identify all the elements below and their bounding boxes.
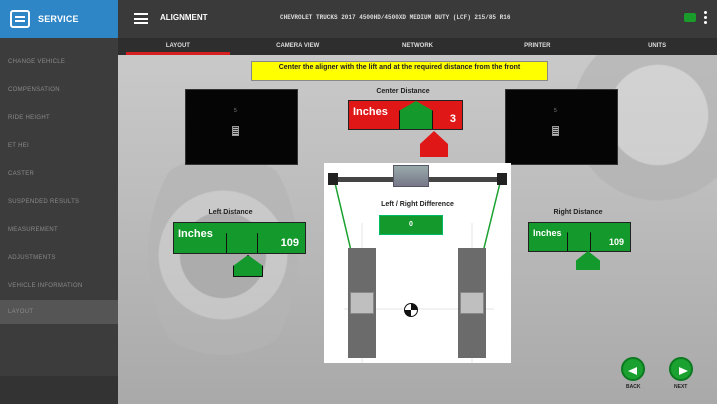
left-distance-target-zone: [226, 223, 258, 253]
left-distance-title: Left Distance: [208, 209, 253, 216]
sidebar-item-measurement[interactable]: MEASUREMENT: [0, 218, 118, 242]
center-distance-target-zone: [399, 101, 433, 129]
left-camera-view: 5: [185, 89, 298, 165]
right-distance-value: 109: [608, 237, 624, 247]
left-lift-runway: [348, 248, 376, 358]
left-camera-target-id: 5: [234, 108, 237, 114]
sidebar-item-ride-height[interactable]: RIDE HEIGHT: [0, 106, 118, 130]
lift-alignment-diagram: Left / Right Difference 0: [324, 163, 511, 363]
service-button[interactable]: SERVICE: [0, 0, 118, 38]
next-label: NEXT: [674, 384, 688, 390]
right-distance-title: Right Distance: [553, 209, 603, 216]
more-options-icon[interactable]: [704, 11, 708, 25]
tab-units[interactable]: UNITS: [597, 38, 717, 55]
left-distance-unit: Inches: [178, 228, 213, 240]
connection-status-icon: [684, 13, 696, 22]
vehicle-description: CHEVROLET TRUCKS 2017 4500HD/4500XD MEDI…: [280, 14, 511, 21]
right-lift-turnplate: [460, 292, 484, 314]
left-camera-icon: [328, 173, 338, 185]
sidebar-item-caster[interactable]: CASTER: [0, 162, 118, 186]
right-distance-unit: Inches: [533, 228, 562, 238]
sidebar-item-suspended-results[interactable]: SUSPENDED RESULTS: [0, 190, 118, 214]
right-camera-target-id: 5: [554, 108, 557, 114]
service-label: SERVICE: [38, 14, 79, 24]
left-distance-gauge: Inches 109: [173, 222, 306, 254]
page-title: ALIGNMENT: [160, 13, 208, 22]
left-distance-value: 109: [280, 237, 299, 249]
sidebar: SERVICE CHANGE VEHICLE COMPENSATION RIDE…: [0, 0, 118, 404]
app-header: ALIGNMENT CHEVROLET TRUCKS 2017 4500HD/4…: [118, 0, 717, 38]
lr-difference-value: 0: [379, 215, 443, 235]
menu-icon[interactable]: [134, 13, 148, 24]
service-icon: [10, 10, 30, 28]
center-target-icon: [404, 303, 418, 317]
alignment-screen: SERVICE CHANGE VEHICLE COMPENSATION RIDE…: [0, 0, 717, 404]
tab-camera-view[interactable]: CAMERA VIEW: [238, 38, 358, 55]
back-label: BACK: [626, 384, 641, 390]
left-camera-target-icon: [232, 126, 239, 136]
sidebar-item-change-vehicle[interactable]: CHANGE VEHICLE: [0, 50, 118, 74]
tab-printer[interactable]: PRINTER: [477, 38, 597, 55]
center-distance-title: Center Distance: [376, 88, 430, 95]
right-camera-view: 5: [505, 89, 618, 165]
center-distance-unit: Inches: [353, 106, 388, 118]
lr-difference-title: Left / Right Difference: [381, 201, 454, 208]
left-lift-turnplate: [350, 292, 374, 314]
right-distance-gauge: Inches 109: [528, 222, 631, 252]
sidebar-item-adjustments[interactable]: ADJUSTMENTS: [0, 246, 118, 270]
right-distance-target-zone: [567, 223, 591, 251]
right-lift-runway: [458, 248, 486, 358]
aligner-head-icon: [393, 165, 429, 187]
background-wheel-left: [148, 135, 298, 375]
next-button[interactable]: [669, 357, 693, 381]
sidebar-item-ethei[interactable]: ET HEI: [0, 134, 118, 158]
right-camera-icon: [497, 173, 507, 185]
sidebar-item-compensation[interactable]: COMPENSATION: [0, 78, 118, 102]
center-distance-gauge: Inches 3: [348, 100, 463, 130]
sidebar-item-layout[interactable]: LAYOUT: [0, 300, 118, 324]
layout-stage: Center the aligner with the lift and at …: [118, 55, 717, 404]
tab-bar: LAYOUT CAMERA VIEW NETWORK PRINTER UNITS: [118, 38, 717, 55]
instruction-banner: Center the aligner with the lift and at …: [251, 61, 548, 81]
back-button[interactable]: [621, 357, 645, 381]
right-camera-target-icon: [552, 126, 559, 136]
center-distance-value: 3: [449, 113, 456, 125]
sidebar-footer: [0, 376, 118, 404]
tab-layout[interactable]: LAYOUT: [118, 38, 238, 55]
center-distance-pointer-icon: [420, 131, 448, 157]
sidebar-item-vehicle-information[interactable]: VEHICLE INFORMATION: [0, 274, 118, 298]
tab-network[interactable]: NETWORK: [358, 38, 478, 55]
right-distance-pointer-icon: [576, 251, 600, 270]
